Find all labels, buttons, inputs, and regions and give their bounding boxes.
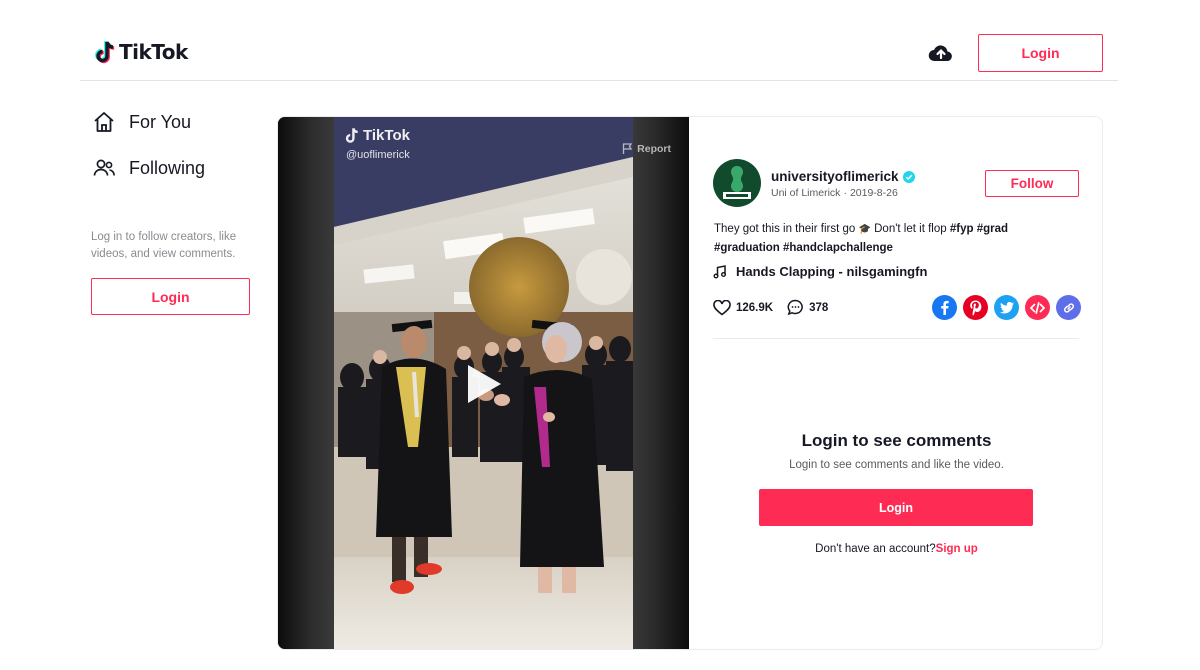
- comments-login-subtitle: Login to see comments and like the video…: [789, 459, 1004, 471]
- video-card: TikTok @uoflimerick Report universityofl…: [277, 116, 1103, 650]
- hashtag-link[interactable]: #fyp: [950, 223, 974, 235]
- sidebar-item-label: Following: [129, 157, 206, 178]
- music-title: Hands Clapping - nilsgamingfn: [736, 264, 928, 279]
- caption-text: They got this in their first go: [714, 223, 856, 235]
- hashtag-link[interactable]: #handclapchallenge: [783, 242, 893, 254]
- like-count: 126.9K: [736, 301, 774, 314]
- logo-text: TikTok: [119, 40, 188, 64]
- home-icon: [94, 112, 114, 132]
- video-player[interactable]: TikTok @uoflimerick Report: [278, 117, 689, 649]
- hashtag-link[interactable]: #graduation: [714, 242, 780, 254]
- video-watermark: TikTok: [344, 127, 410, 144]
- follow-button[interactable]: Follow: [985, 170, 1079, 197]
- like-stat[interactable]: 126.9K: [713, 299, 774, 316]
- meta-separator: ·: [843, 187, 847, 199]
- comments-login-button[interactable]: Login: [759, 489, 1033, 526]
- comment-icon: [787, 299, 803, 316]
- signup-link[interactable]: Sign up: [936, 543, 978, 555]
- sidebar-login-button[interactable]: Login: [91, 278, 250, 315]
- cloud-upload-icon[interactable]: [928, 42, 954, 64]
- share-buttons: [932, 295, 1081, 320]
- tiktok-note-icon: [95, 40, 115, 64]
- sidebar-item-following[interactable]: Following: [92, 156, 205, 180]
- no-account-text: Don't have an account?: [815, 543, 936, 555]
- video-blur-right: [633, 117, 689, 649]
- video-blur-left: [278, 117, 334, 649]
- caption-tail: Don't let it flop: [874, 223, 947, 235]
- comment-stat[interactable]: 378: [787, 299, 828, 316]
- divider: [713, 338, 1079, 339]
- watermark-logo-text: TikTok: [363, 127, 410, 144]
- music-link[interactable]: Hands Clapping - nilsgamingfn: [713, 264, 927, 279]
- play-icon[interactable]: [465, 363, 503, 405]
- signup-prompt: Don't have an account?Sign up: [689, 543, 1102, 555]
- copy-link-icon[interactable]: [1056, 295, 1081, 320]
- report-button[interactable]: Report: [622, 143, 671, 155]
- users-icon: [93, 159, 115, 176]
- music-note-icon: [713, 264, 726, 278]
- post-meta: Uni of Limerick · 2019-8-26: [771, 187, 898, 199]
- top-bar: TikTok Login: [80, 0, 1118, 81]
- sidebar-item-label: For You: [129, 111, 192, 132]
- heart-icon: [713, 299, 731, 316]
- comment-count: 378: [809, 301, 829, 314]
- verified-badge-icon: [902, 170, 915, 183]
- twitter-share-icon[interactable]: [994, 295, 1019, 320]
- post-author[interactable]: universityoflimerick: [771, 169, 915, 184]
- comments-login-title: Login to see comments: [801, 431, 992, 450]
- facebook-share-icon[interactable]: [932, 295, 957, 320]
- post-date: 2019-8-26: [849, 187, 898, 199]
- flag-icon: [623, 143, 633, 154]
- avatar[interactable]: [713, 159, 761, 207]
- report-label: Report: [637, 143, 671, 155]
- post-info-panel: universityoflimerick Uni of Limerick · 2…: [689, 117, 1102, 649]
- tiktok-logo[interactable]: TikTok: [94, 40, 188, 64]
- username: universityoflimerick: [771, 169, 899, 184]
- pinterest-share-icon[interactable]: [963, 295, 988, 320]
- embed-share-icon[interactable]: [1025, 295, 1050, 320]
- sidebar-login-hint: Log in to follow creators, like videos, …: [91, 231, 237, 260]
- engagement-stats: 126.9K 378: [713, 299, 828, 316]
- header-login-button[interactable]: Login: [978, 34, 1103, 72]
- tiktok-note-icon: [345, 128, 358, 143]
- hashtag-link[interactable]: #grad: [977, 223, 1008, 235]
- post-caption: They got this in their first go 🎓 Don't …: [714, 220, 1064, 257]
- university-crest-icon: [723, 166, 751, 199]
- sidebar-item-for-you[interactable]: For You: [92, 110, 191, 134]
- watermark-username: @uoflimerick: [346, 149, 410, 161]
- graduation-cap-emoji: 🎓: [858, 224, 871, 235]
- display-name: Uni of Limerick: [771, 187, 841, 199]
